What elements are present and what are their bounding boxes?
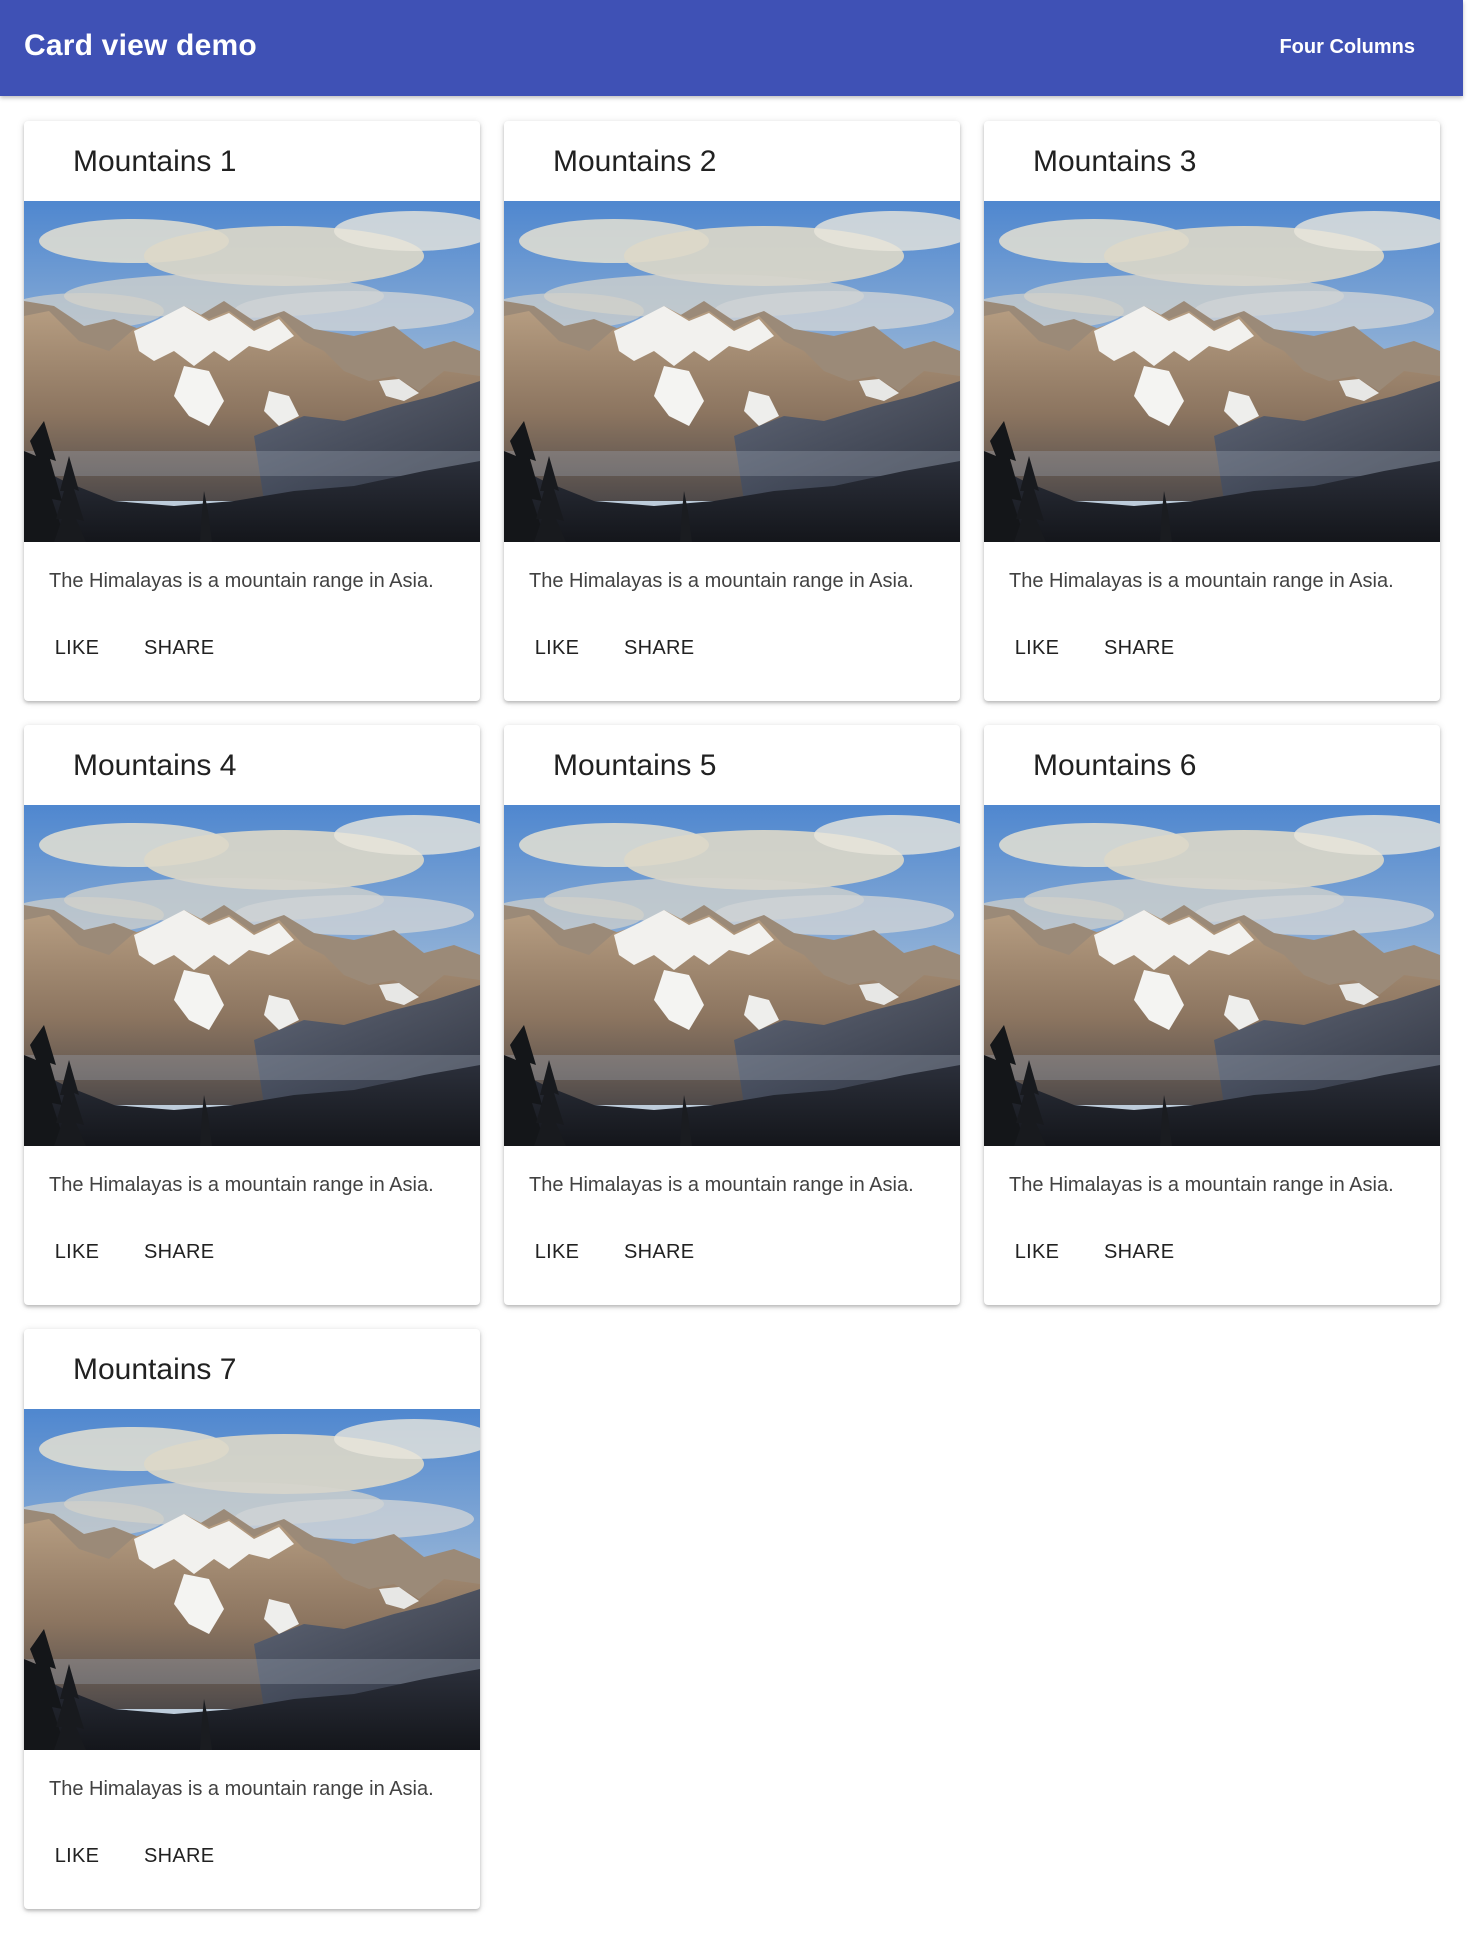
card-description: The Himalayas is a mountain range in Asi…	[1009, 570, 1394, 592]
share-button[interactable]: SHARE	[128, 1833, 230, 1880]
like-button[interactable]: LIKE	[512, 625, 602, 672]
card-description: The Himalayas is a mountain range in Asi…	[49, 1174, 434, 1196]
card-title: Mountains 5	[553, 749, 717, 782]
card: Mountains 1 The Himalayas is a mountain …	[24, 121, 480, 701]
mountain-image	[24, 1409, 480, 1750]
card-title: Mountains 4	[73, 749, 237, 782]
card-description: The Himalayas is a mountain range in Asi…	[529, 1174, 914, 1196]
four-columns-button[interactable]: Four Columns	[1279, 36, 1415, 59]
app-bar: Card view demo Four Columns	[0, 0, 1463, 96]
card-actions: LIKE SHARE	[32, 625, 230, 672]
card-actions: LIKE SHARE	[512, 1229, 710, 1276]
card-description: The Himalayas is a mountain range in Asi…	[49, 570, 434, 592]
share-button[interactable]: SHARE	[608, 625, 710, 672]
share-button[interactable]: SHARE	[1088, 625, 1190, 672]
card-description: The Himalayas is a mountain range in Asi…	[1009, 1174, 1394, 1196]
share-button[interactable]: SHARE	[1088, 1229, 1190, 1276]
card-actions: LIKE SHARE	[992, 625, 1190, 672]
card: Mountains 4 The Himalayas is a mountain …	[24, 725, 480, 1305]
card-description: The Himalayas is a mountain range in Asi…	[529, 570, 914, 592]
mountain-image	[24, 201, 480, 542]
mountain-image	[984, 805, 1440, 1146]
share-button[interactable]: SHARE	[128, 625, 230, 672]
card-actions: LIKE SHARE	[32, 1833, 230, 1880]
like-button[interactable]: LIKE	[32, 1833, 122, 1880]
share-button[interactable]: SHARE	[128, 1229, 230, 1276]
card-title: Mountains 6	[1033, 749, 1197, 782]
card-grid: Mountains 1 The Himalayas is a mountain …	[24, 121, 1440, 1909]
card-title: Mountains 3	[1033, 145, 1197, 178]
card: Mountains 6 The Himalayas is a mountain …	[984, 725, 1440, 1305]
app-title: Card view demo	[24, 29, 257, 62]
card-actions: LIKE SHARE	[992, 1229, 1190, 1276]
card-title: Mountains 7	[73, 1353, 237, 1386]
mountain-image	[504, 201, 960, 542]
card-title: Mountains 1	[73, 145, 237, 178]
card: Mountains 5 The Himalayas is a mountain …	[504, 725, 960, 1305]
mountain-image	[984, 201, 1440, 542]
like-button[interactable]: LIKE	[992, 1229, 1082, 1276]
card: Mountains 7 The Himalayas is a mountain …	[24, 1329, 480, 1909]
card: Mountains 3 The Himalayas is a mountain …	[984, 121, 1440, 701]
like-button[interactable]: LIKE	[32, 625, 122, 672]
like-button[interactable]: LIKE	[512, 1229, 602, 1276]
mountain-image	[504, 805, 960, 1146]
share-button[interactable]: SHARE	[608, 1229, 710, 1276]
like-button[interactable]: LIKE	[32, 1229, 122, 1276]
card-title: Mountains 2	[553, 145, 717, 178]
card: Mountains 2 The Himalayas is a mountain …	[504, 121, 960, 701]
like-button[interactable]: LIKE	[992, 625, 1082, 672]
mountain-image	[24, 805, 480, 1146]
card-description: The Himalayas is a mountain range in Asi…	[49, 1778, 434, 1800]
card-actions: LIKE SHARE	[32, 1229, 230, 1276]
card-actions: LIKE SHARE	[512, 625, 710, 672]
